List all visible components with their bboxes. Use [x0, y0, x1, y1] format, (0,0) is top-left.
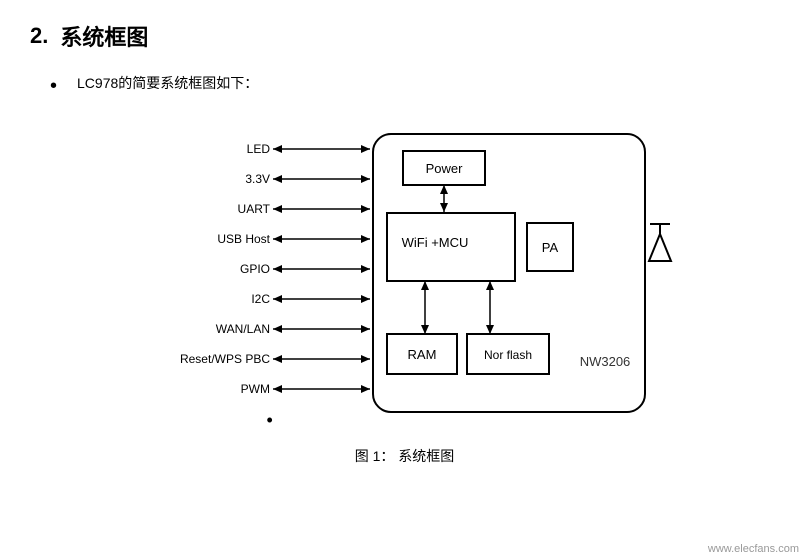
svg-text:I2C: I2C — [251, 292, 270, 306]
svg-text:RAM: RAM — [407, 347, 436, 362]
bullet-item: • LC978的简要系统框图如下： — [50, 72, 779, 100]
watermark: www.elecfans.com — [708, 543, 799, 555]
svg-text:Reset/WPS PBC: Reset/WPS PBC — [179, 352, 269, 366]
svg-text:PA: PA — [541, 240, 558, 255]
svg-text:WiFi +MCU: WiFi +MCU — [401, 235, 468, 250]
svg-text:Power: Power — [425, 161, 463, 176]
svg-text:3.3V: 3.3V — [245, 172, 270, 186]
section-heading: 系统框图 — [60, 20, 148, 52]
bottom-bullet: • — [267, 410, 273, 431]
bullet-dot: • — [50, 72, 57, 100]
svg-text:UART: UART — [237, 202, 270, 216]
svg-text:LED: LED — [246, 142, 270, 156]
svg-text:NW3206: NW3206 — [579, 354, 630, 369]
diagram-svg: Power WiFi +MCU PA RAM Nor fl — [115, 116, 695, 436]
svg-text:GPIO: GPIO — [239, 262, 269, 276]
figure-caption: 图 1： 系统框图 — [30, 446, 779, 466]
section-number: 2. — [30, 23, 48, 49]
section-title: 2. 系统框图 — [30, 20, 779, 52]
diagram: Power WiFi +MCU PA RAM Nor fl — [115, 116, 695, 436]
svg-text:USB Host: USB Host — [217, 232, 270, 246]
svg-text:Nor flash: Nor flash — [483, 348, 531, 362]
svg-text:PWM: PWM — [240, 382, 269, 396]
diagram-container: Power WiFi +MCU PA RAM Nor fl — [30, 116, 779, 436]
bullet-text: LC978的简要系统框图如下： — [77, 72, 258, 94]
svg-text:WAN/LAN: WAN/LAN — [215, 322, 269, 336]
